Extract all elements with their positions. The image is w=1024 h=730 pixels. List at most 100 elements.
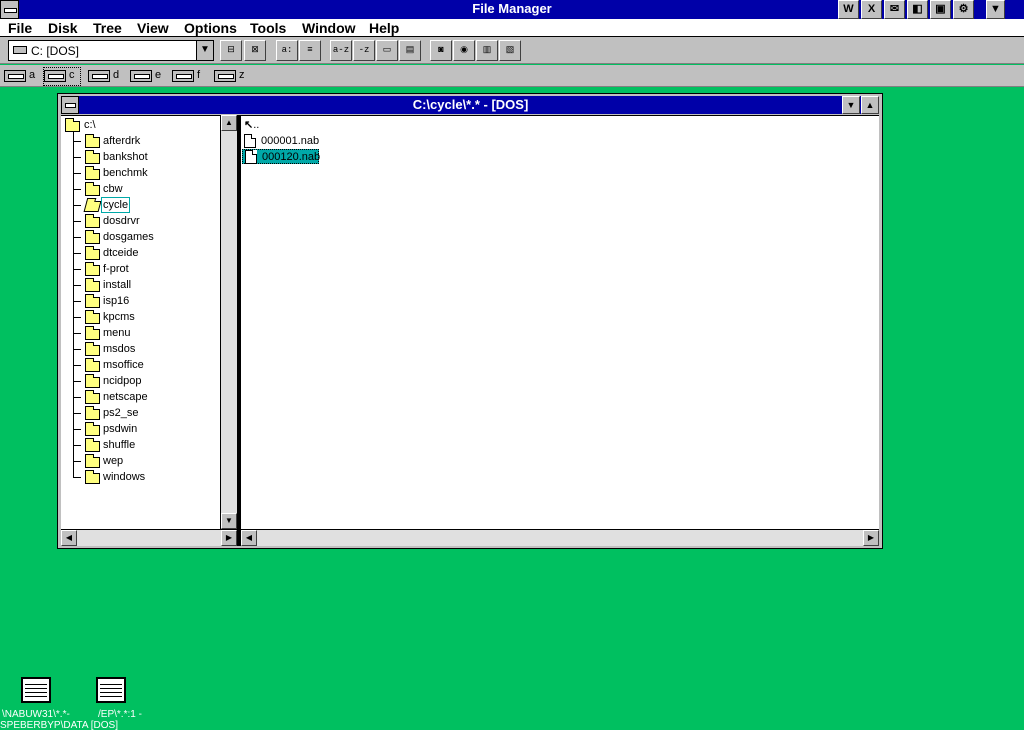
parent-dir-item[interactable]: ↖.. [244, 118, 268, 133]
folder-icon [85, 310, 100, 324]
word-app-icon[interactable]: W [838, 0, 859, 19]
scroll-right-button[interactable]: ▶ [221, 530, 237, 546]
sort-type-button[interactable]: -z [353, 40, 375, 61]
disconnect-drive-button[interactable]: ⊠ [244, 40, 266, 61]
folder-icon [85, 134, 100, 148]
minimized-window-label: \NABUW31\*.*- [2, 709, 70, 720]
tree-line [73, 381, 81, 382]
folder-icon [85, 342, 100, 356]
minimized-window-icon[interactable] [96, 677, 126, 703]
window-maximize-button[interactable]: ▲ [861, 96, 879, 114]
drive-z[interactable]: z [214, 68, 250, 85]
folder-icon [85, 454, 100, 468]
network-drive-icon [214, 70, 236, 82]
menu-bar: File Disk Tree View Options Tools Window… [0, 19, 1024, 37]
menu-tree[interactable]: Tree [93, 20, 122, 36]
menu-options[interactable]: Options [184, 20, 237, 36]
window-minimize-button[interactable]: ▼ [842, 96, 860, 114]
folder-icon [85, 326, 100, 340]
tree-pane[interactable]: c:\ afterdrk bankshot benchmk cbw cycle dosdr… [61, 115, 220, 529]
drive-select-value: C: [DOS] [31, 44, 80, 58]
tree-line [73, 477, 81, 478]
view-name-button[interactable]: a: [276, 40, 298, 61]
menu-disk[interactable]: Disk [48, 20, 78, 36]
sort-size-button[interactable]: ▭ [376, 40, 398, 61]
tree-line [73, 333, 81, 334]
mail-app-icon[interactable]: ✉ [884, 0, 905, 19]
dos-app-icon[interactable]: ▣ [930, 0, 951, 19]
menu-file[interactable]: File [8, 20, 32, 36]
sort-date-button[interactable]: ▤ [399, 40, 421, 61]
schedule-app-icon[interactable]: ◧ [907, 0, 928, 19]
folder-icon [85, 470, 100, 484]
file-pane[interactable]: ↖.. 000001.nab 000120.nab [241, 115, 879, 529]
drive-c[interactable]: c [43, 67, 81, 86]
tree-line [73, 445, 81, 446]
minimized-window-icon[interactable] [21, 677, 51, 703]
files-horizontal-scrollbar[interactable]: ◀ ▶ [241, 529, 879, 546]
tree-line [73, 413, 81, 414]
tree-horizontal-scrollbar[interactable]: ◀ ▶ [61, 529, 237, 546]
drive-select[interactable]: C: [DOS] ▼ [8, 40, 214, 61]
tree-line [73, 253, 81, 254]
folder-icon [85, 246, 100, 260]
tree-line [73, 189, 81, 190]
tree-line [73, 365, 81, 366]
minimized-window-label: SPEBERBYP\DATA [DOS] [0, 720, 118, 730]
menu-view[interactable]: View [137, 20, 169, 36]
tree-line [73, 237, 81, 238]
tree-vertical-scrollbar[interactable]: ▲ ▼ [220, 115, 237, 529]
connect-drive-button[interactable]: ⊟ [220, 40, 242, 61]
file-item-selected[interactable]: 000120.nab [242, 149, 320, 164]
folder-icon [85, 294, 100, 308]
folder-icon [85, 150, 100, 164]
folder-icon [85, 438, 100, 452]
tree-line [73, 130, 74, 478]
excel-app-icon[interactable]: X [861, 0, 882, 19]
copy-disk-button[interactable]: ▧ [499, 40, 521, 61]
window-title[interactable]: C:\cycle\*.* - [DOS] [79, 96, 862, 114]
scroll-left-button[interactable]: ◀ [61, 530, 77, 546]
network-drive-icon [172, 70, 194, 82]
scroll-down-button[interactable]: ▼ [221, 513, 237, 529]
new-window-button[interactable]: ◙ [430, 40, 452, 61]
scroll-up-button[interactable]: ▲ [221, 115, 237, 131]
tree-line [73, 173, 81, 174]
file-item[interactable]: 000001.nab [244, 134, 324, 149]
hard-drive-icon [13, 46, 27, 54]
tree-line [73, 317, 81, 318]
folder-icon [85, 182, 100, 196]
drive-f[interactable]: f [172, 68, 208, 85]
folder-icon [85, 358, 100, 372]
window-menu-icon[interactable] [61, 96, 79, 114]
scroll-right-button[interactable]: ▶ [863, 530, 879, 546]
view-details-button[interactable]: ≡ [299, 40, 321, 61]
menu-tools[interactable]: Tools [250, 20, 286, 36]
scroll-left-button[interactable]: ◀ [241, 530, 257, 546]
drive-a[interactable]: a [4, 68, 40, 85]
sort-name-button[interactable]: a-z [330, 40, 352, 61]
tree-line [73, 157, 81, 158]
folder-icon [85, 166, 100, 180]
tree-line [73, 461, 81, 462]
system-menu-icon[interactable] [0, 0, 19, 19]
chevron-down-icon[interactable]: ▼ [196, 41, 213, 60]
menu-window[interactable]: Window [302, 20, 356, 36]
drive-d[interactable]: d [88, 68, 124, 85]
floppy-drive-icon [4, 70, 26, 82]
minimize-button[interactable]: ▼ [986, 0, 1005, 19]
minimized-window-label: /EP\*.*:1 - [98, 709, 142, 720]
menu-help[interactable]: Help [369, 20, 399, 36]
setup-app-icon[interactable]: ⚙ [953, 0, 974, 19]
share-button[interactable]: ◉ [453, 40, 475, 61]
drive-e[interactable]: e [130, 68, 166, 85]
up-arrow-icon: ↖ [244, 119, 254, 131]
tree-line [73, 397, 81, 398]
tree-line [73, 349, 81, 350]
folder-icon [85, 278, 100, 292]
tree-line [73, 205, 81, 206]
folder-icon [85, 374, 100, 388]
stop-share-button[interactable]: ▥ [476, 40, 498, 61]
folder-icon [85, 406, 100, 420]
document-icon [245, 150, 257, 164]
